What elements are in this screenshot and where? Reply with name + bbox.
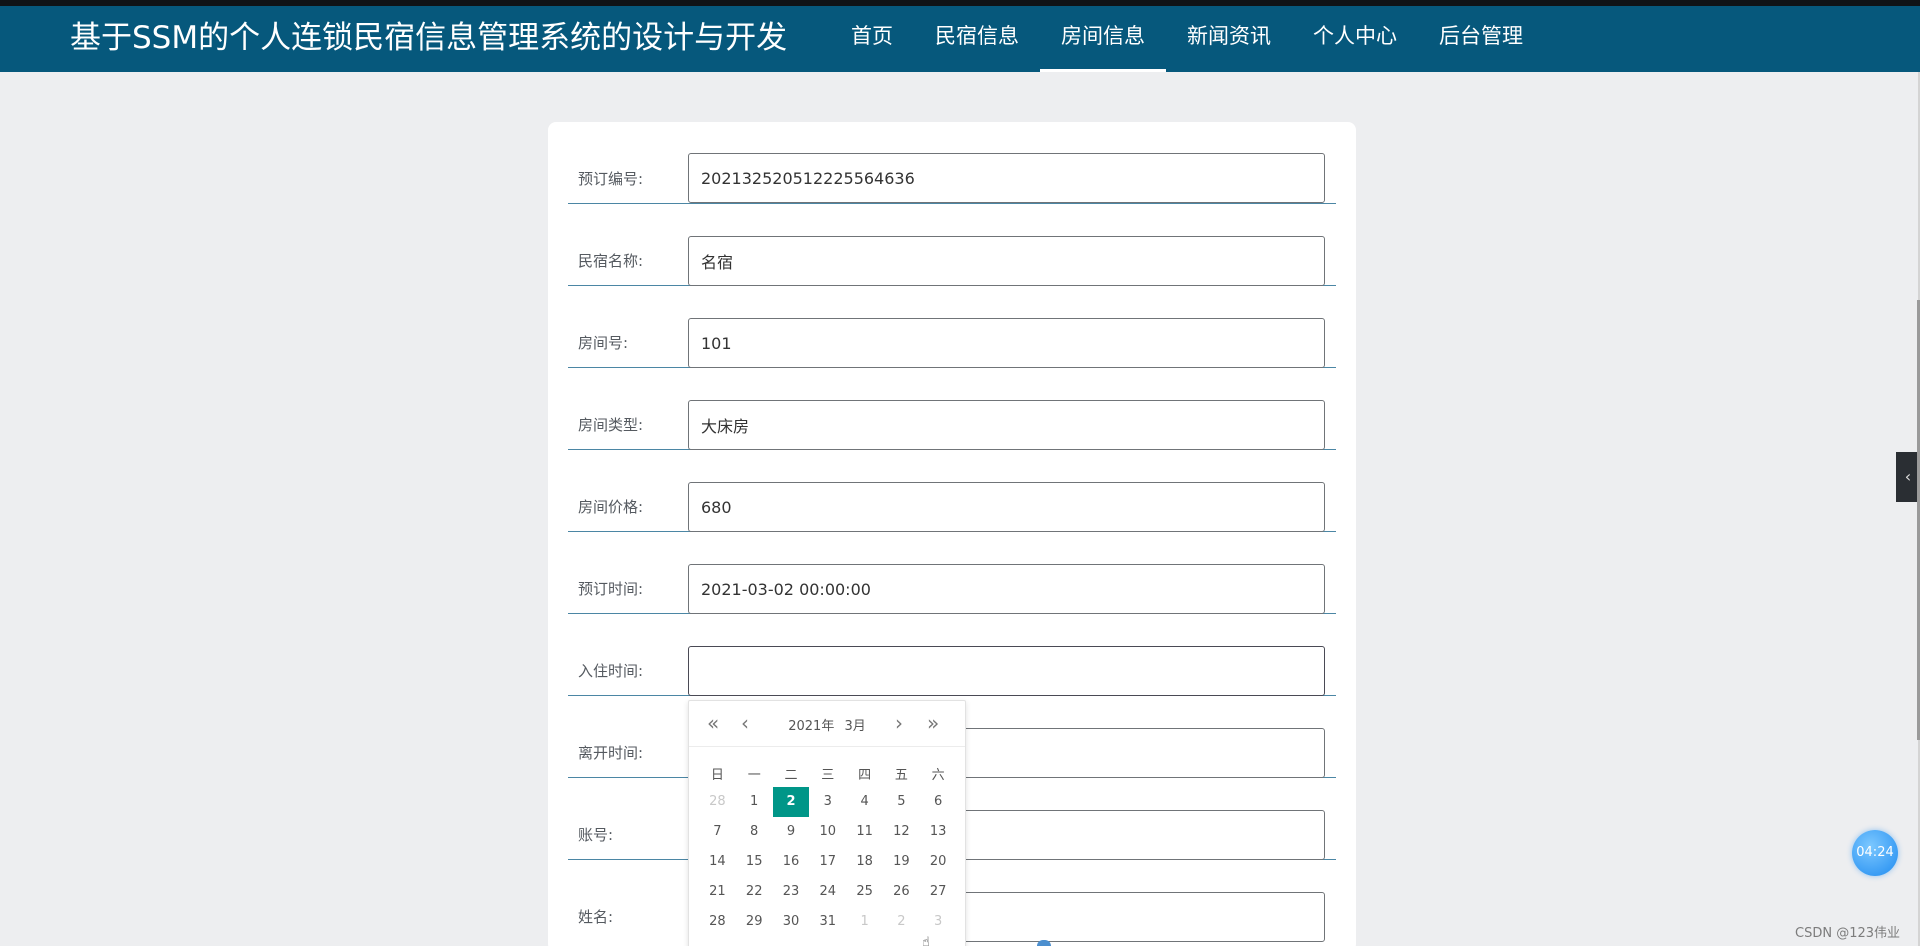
checkin-time-input[interactable] [688, 646, 1325, 696]
date-picker-header: « ‹ 2021年 3月 › » [689, 701, 965, 747]
date-cell[interactable]: 24 [809, 877, 846, 907]
date-cell[interactable]: 23 [773, 877, 810, 907]
date-cell[interactable]: 12 [883, 817, 920, 847]
date-picker-popup: « ‹ 2021年 3月 › » 日 一 二 三 四 五 六 28 1 2 3 4 5 6 7… [688, 700, 966, 946]
date-cell[interactable]: 18 [846, 847, 883, 877]
date-cell[interactable]: 28 [699, 907, 736, 937]
date-cell[interactable]: 6 [920, 787, 957, 817]
form-row-order-no: 预订编号: [568, 122, 1336, 204]
hand-cursor-icon: ☝ [922, 935, 930, 946]
weekday-label: 五 [894, 768, 908, 783]
top-navbar: 基于SSM的个人连锁民宿信息管理系统的设计与开发 首页 民宿信息 房间信息 新闻… [0, 0, 1920, 72]
date-cell[interactable]: 11 [846, 817, 883, 847]
room-price-label: 房间价格: [578, 498, 644, 516]
room-type-input[interactable] [688, 400, 1325, 450]
date-cell-outside-month[interactable]: 1 [846, 907, 883, 937]
date-grid-week: 28 1 2 3 4 5 6 [699, 787, 957, 817]
account-label: 账号: [578, 826, 614, 844]
form-row-homestay-name: 民宿名称: [568, 204, 1336, 286]
date-cell[interactable]: 9 [773, 817, 810, 847]
room-type-label: 房间类型: [578, 416, 644, 434]
site-title: 基于SSM的个人连锁民宿信息管理系统的设计与开发 [70, 20, 788, 56]
date-grid-week: 28 29 30 31 1 2 3 [699, 907, 957, 937]
weekday-header: 日 一 二 三 四 五 六 [699, 764, 957, 783]
date-cell[interactable]: 27 [920, 877, 957, 907]
date-cell-outside-month[interactable]: 2 [883, 907, 920, 937]
form-row-room-no: 房间号: [568, 286, 1336, 368]
booking-time-label: 预订时间: [578, 580, 644, 598]
weekday-label: 三 [821, 768, 835, 783]
date-cell[interactable]: 25 [846, 877, 883, 907]
date-picker-year[interactable]: 2021年 [788, 719, 834, 734]
recording-timer-badge[interactable]: 04:24 [1852, 830, 1898, 876]
floating-dot-icon [1037, 940, 1051, 946]
date-cell[interactable]: 30 [773, 907, 810, 937]
date-cell-outside-month[interactable]: 28 [699, 787, 736, 817]
booking-time-input[interactable] [688, 564, 1325, 614]
date-cell[interactable]: 1 [736, 787, 773, 817]
date-cell[interactable]: 15 [736, 847, 773, 877]
nav-news[interactable]: 新闻资讯 [1166, 6, 1292, 72]
room-price-input[interactable] [688, 482, 1325, 532]
date-cell[interactable]: 22 [736, 877, 773, 907]
date-cell[interactable]: 8 [736, 817, 773, 847]
checkin-time-label: 入住时间: [578, 662, 644, 680]
form-row-booking-time: 预订时间: [568, 532, 1336, 614]
date-cell[interactable]: 17 [809, 847, 846, 877]
weekday-label: 二 [784, 768, 798, 783]
date-cell[interactable]: 29 [736, 907, 773, 937]
weekday-label: 日 [710, 768, 724, 783]
date-cell[interactable]: 4 [846, 787, 883, 817]
weekday-label: 一 [747, 768, 761, 783]
date-cell[interactable]: 3 [809, 787, 846, 817]
date-cell[interactable]: 20 [920, 847, 957, 877]
date-cell-selected[interactable]: 2 [772, 787, 810, 817]
homestay-name-input[interactable] [688, 236, 1325, 286]
checkout-time-label: 离开时间: [578, 744, 644, 762]
date-picker-month[interactable]: 3月 [844, 719, 865, 734]
date-picker-title: 2021年 3月 [689, 715, 965, 734]
room-no-label: 房间号: [578, 334, 629, 352]
room-no-input[interactable] [688, 318, 1325, 368]
weekday-label: 六 [931, 768, 945, 783]
date-cell[interactable]: 5 [883, 787, 920, 817]
nav-admin[interactable]: 后台管理 [1418, 6, 1544, 72]
date-cell[interactable]: 16 [773, 847, 810, 877]
nav-personal-center[interactable]: 个人中心 [1292, 6, 1418, 72]
date-cell[interactable]: 21 [699, 877, 736, 907]
date-cell[interactable]: 26 [883, 877, 920, 907]
homestay-name-label: 民宿名称: [578, 252, 644, 270]
date-cell[interactable]: 31 [809, 907, 846, 937]
order-no-label: 预订编号: [578, 170, 644, 188]
nav-room-info[interactable]: 房间信息 [1040, 6, 1166, 72]
date-cell[interactable]: 10 [809, 817, 846, 847]
main-nav: 首页 民宿信息 房间信息 新闻资讯 个人中心 后台管理 [830, 6, 1544, 72]
date-cell-outside-month[interactable]: 3 [920, 907, 957, 937]
form-row-room-type: 房间类型: [568, 368, 1336, 450]
date-grid-week: 7 8 9 10 11 12 13 [699, 817, 957, 847]
next-month-icon[interactable]: › [895, 711, 903, 735]
order-no-input[interactable] [688, 153, 1325, 203]
date-cell[interactable]: 14 [699, 847, 736, 877]
date-cell[interactable]: 19 [883, 847, 920, 877]
watermark-text: CSDN @123伟业 [1795, 926, 1901, 941]
date-cell[interactable]: 7 [699, 817, 736, 847]
chevron-left-icon: ‹ [1904, 467, 1912, 486]
next-year-icon[interactable]: » [927, 711, 939, 735]
form-row-room-price: 房间价格: [568, 450, 1336, 532]
weekday-label: 四 [858, 768, 872, 783]
date-grid-week: 14 15 16 17 18 19 20 [699, 847, 957, 877]
nav-homestay-info[interactable]: 民宿信息 [914, 6, 1040, 72]
date-grid-week: 21 22 23 24 25 26 27 [699, 877, 957, 907]
name-label: 姓名: [578, 908, 614, 926]
nav-home[interactable]: 首页 [830, 6, 914, 72]
date-cell[interactable]: 13 [920, 817, 957, 847]
form-row-checkin-time: 入住时间: [568, 614, 1336, 696]
